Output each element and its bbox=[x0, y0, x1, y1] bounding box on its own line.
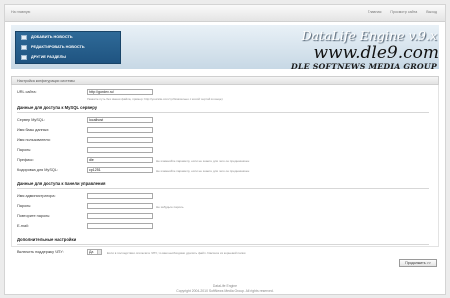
home-link[interactable]: На главную bbox=[11, 10, 30, 14]
menu-item-add-news[interactable]: ДОБАВИТЬ НОВОСТЬ bbox=[16, 32, 120, 42]
continue-button[interactable]: Продолжить >> bbox=[399, 259, 437, 267]
url-field[interactable] bbox=[87, 89, 153, 95]
db-user-field[interactable] bbox=[87, 137, 153, 143]
top-bar: На главную Главная Просмотр сайта Выход bbox=[5, 5, 445, 22]
db-name-label: Имя базы данных: bbox=[17, 128, 50, 132]
menu-item-other-sections[interactable]: ДРУГИЕ РАЗДЕЛЫ bbox=[16, 52, 120, 62]
admin-password-field[interactable] bbox=[87, 203, 153, 209]
divider bbox=[17, 244, 429, 245]
menu-item-label: РЕДАКТИРОВАТЬ НОВОСТЬ bbox=[31, 45, 85, 49]
extra-section-title: Дополнительные настройки bbox=[17, 237, 77, 242]
add-news-icon bbox=[21, 34, 27, 40]
logout-link[interactable]: Выход bbox=[426, 10, 437, 14]
top-links: Главная Просмотр сайта Выход bbox=[368, 10, 437, 14]
db-host-label: Сервер MySQL: bbox=[17, 118, 45, 122]
logo-title: DataLife Engine v.9.x bbox=[301, 28, 437, 43]
panel-title: Настройка конфигурации системы bbox=[17, 79, 75, 83]
admin-password-label: Пароль: bbox=[17, 204, 32, 208]
admin-email-label: E-mail: bbox=[17, 224, 29, 228]
db-user-label: Имя пользователя: bbox=[17, 138, 51, 142]
db-charset-field[interactable] bbox=[87, 167, 153, 173]
url-hint: Укажите путь без имени файла, пример: ht… bbox=[87, 97, 223, 101]
db-prefix-label: Префикс: bbox=[17, 158, 34, 162]
chpu-hint: Если в последствии отключите ЧПУ, то вам… bbox=[107, 250, 246, 255]
admin-name-field[interactable] bbox=[87, 193, 153, 199]
menu-item-label: ДРУГИЕ РАЗДЕЛЫ bbox=[31, 55, 66, 59]
db-name-field[interactable] bbox=[87, 127, 153, 133]
divider bbox=[17, 188, 429, 189]
db-host-field[interactable] bbox=[87, 117, 153, 123]
sections-icon bbox=[21, 54, 27, 60]
main-link[interactable]: Главная bbox=[368, 10, 382, 14]
panel-header: Настройка конфигурации системы bbox=[11, 76, 439, 85]
chevron-down-icon bbox=[97, 250, 101, 254]
divider bbox=[17, 112, 429, 113]
logo-group: DLE SOFTNEWS MEDIA GROUP bbox=[291, 62, 437, 71]
chpu-select[interactable]: Да bbox=[87, 249, 102, 255]
view-site-link[interactable]: Просмотр сайта bbox=[390, 10, 417, 14]
footer-product: DataLife Engine bbox=[212, 284, 238, 288]
db-charset-label: Кодировка для MySQL: bbox=[17, 168, 58, 172]
logo-site: www.dle9.com bbox=[313, 43, 439, 63]
menu-item-edit-news[interactable]: РЕДАКТИРОВАТЬ НОВОСТЬ bbox=[16, 42, 120, 52]
admin-password-hint: Не забудьте пароль bbox=[156, 204, 184, 209]
edit-news-icon bbox=[21, 44, 27, 50]
chpu-label: Включить поддержку ЧПУ: bbox=[17, 250, 64, 254]
url-label: URL сайта: bbox=[17, 90, 37, 94]
db-section-title: Данные для доступа к MySQL серверу bbox=[17, 105, 98, 110]
installer-window: На главную Главная Просмотр сайта Выход … bbox=[4, 4, 446, 295]
footer-copyright: Copyright 2004-2010 SoftNews Media Group… bbox=[176, 289, 274, 293]
db-prefix-hint: Не изменяйте параметр, если не знаете дл… bbox=[156, 158, 250, 163]
db-password-label: Пароль: bbox=[17, 148, 32, 152]
admin-email-field[interactable] bbox=[87, 223, 153, 229]
admin-password-repeat-field[interactable] bbox=[87, 213, 153, 219]
admin-password-repeat-label: Повторите пароль: bbox=[17, 214, 51, 218]
db-password-field[interactable] bbox=[87, 147, 153, 153]
db-prefix-field[interactable] bbox=[87, 157, 153, 163]
db-charset-hint: Не изменяйте параметр, если не знаете дл… bbox=[156, 168, 250, 173]
menu-item-label: ДОБАВИТЬ НОВОСТЬ bbox=[31, 35, 73, 39]
chpu-value: Да bbox=[89, 250, 94, 254]
admin-name-label: Имя администратора: bbox=[17, 194, 56, 198]
admin-section-title: Данные для доступа к панели управления bbox=[17, 181, 106, 186]
quick-menu: ДОБАВИТЬ НОВОСТЬ РЕДАКТИРОВАТЬ НОВОСТЬ Д… bbox=[15, 31, 121, 64]
